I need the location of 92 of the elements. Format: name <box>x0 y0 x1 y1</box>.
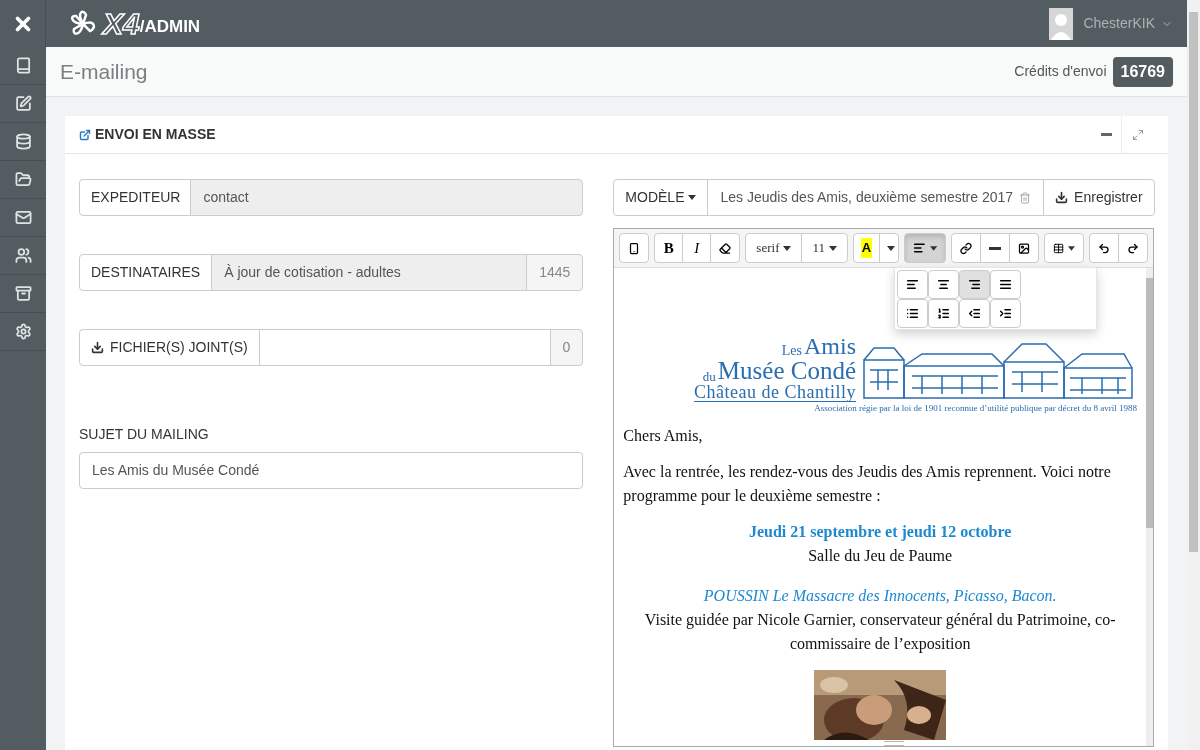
justify-icon <box>999 278 1013 291</box>
caret-icon <box>688 195 697 200</box>
bold-button[interactable]: B <box>654 233 684 263</box>
size-dropdown[interactable]: 11 <box>801 233 848 263</box>
letter-paragraph: Chers Amis, <box>623 426 704 446</box>
link-icon <box>960 241 972 255</box>
attachments-button[interactable]: FICHIER(S) JOINT(S) <box>79 329 260 366</box>
font-dropdown[interactable]: serif <box>745 233 803 263</box>
right-icon <box>968 278 982 291</box>
align-outdent-button[interactable] <box>959 299 991 328</box>
cogs-icon <box>14 323 32 340</box>
minimize-icon <box>1101 133 1112 136</box>
highlight-color-button[interactable]: A <box>853 233 880 263</box>
event-details: Salle du Jeu de Paume <box>807 546 954 566</box>
share-icon <box>79 128 91 141</box>
database-icon <box>14 133 32 150</box>
recipients-dropdown[interactable]: DESTINATAIRES <box>79 254 213 291</box>
align-center-button[interactable] <box>928 270 960 299</box>
subject-label: SUJET DU MAILING <box>79 425 210 444</box>
align-left-icon <box>913 241 926 255</box>
color-dropdown-button[interactable] <box>879 233 899 263</box>
align-right-button[interactable] <box>959 270 991 299</box>
users-icon <box>14 247 32 264</box>
outdent-icon <box>968 307 982 320</box>
redo-button[interactable] <box>1118 233 1148 263</box>
undo-button[interactable] <box>1089 233 1119 263</box>
caret-icon <box>887 245 895 251</box>
rule-button[interactable] <box>980 233 1010 263</box>
image-icon <box>1018 241 1030 255</box>
editor-scrollbar[interactable] <box>1146 268 1153 746</box>
letterhead-musee: Musée Condé <box>717 358 856 383</box>
template-dropdown[interactable]: MODÈLE <box>613 179 709 216</box>
caret-icon <box>829 245 837 251</box>
logo-label: /ADMIN <box>139 16 201 38</box>
letterhead-du: du <box>702 370 716 383</box>
letterhead-amis: Amis <box>804 334 856 358</box>
undo-icon <box>1098 241 1110 255</box>
align-numbers-button[interactable] <box>928 299 960 328</box>
align-indent-button[interactable] <box>990 299 1022 328</box>
letterhead-les: Les <box>781 344 802 358</box>
align-justify-button[interactable] <box>990 270 1022 299</box>
event-date: Jeudi 21 septembre et jeudi 12 octobre <box>747 522 1013 543</box>
page-title: E-mailing <box>60 58 148 85</box>
sender-field[interactable]: contact <box>190 179 584 216</box>
download-icon <box>1055 191 1069 204</box>
paragraph-align-button[interactable] <box>904 233 946 263</box>
numbers-icon <box>937 307 951 320</box>
table-icon <box>1053 241 1065 255</box>
link-button[interactable] <box>951 233 981 263</box>
eraser-button[interactable] <box>710 233 741 263</box>
archive-icon <box>14 285 32 302</box>
credits-count: 16769 <box>1112 56 1173 87</box>
mail-icon <box>14 209 32 226</box>
template-name: Les Jeudis des Amis, deuxième semestre 2017 <box>720 188 1014 207</box>
folder-icon <box>14 171 32 188</box>
eraser-icon <box>719 241 732 255</box>
edit-icon <box>14 95 32 112</box>
avatar-icon <box>1049 7 1074 40</box>
recipients-field[interactable]: À jour de cotisation - adultes <box>211 254 528 291</box>
bullets-icon <box>906 307 920 320</box>
caret-icon <box>1068 245 1075 251</box>
center-icon <box>937 278 951 291</box>
caret-icon <box>783 245 792 251</box>
save-button[interactable]: Enregistrer <box>1043 179 1155 216</box>
event-details: Visite guidée par Nicole Garnier, conservateur général du Patrimoine, co-commissaire de l’exposition <box>643 610 1117 655</box>
expand-icon <box>1132 128 1144 141</box>
panel-title: ENVOI EN MASSE <box>95 125 216 144</box>
mobile-icon <box>628 241 641 255</box>
italic-button[interactable]: I <box>682 233 712 263</box>
download-icon <box>91 341 104 354</box>
credits-label: Crédits d'envoi <box>1014 62 1107 81</box>
letterhead-subtitle: Association régie par la loi de 1901 reconnue d’utilité publique par décret du 8 avril 1988 <box>813 402 1137 414</box>
align-bullets-button[interactable] <box>897 299 929 328</box>
resize-handle[interactable] <box>884 741 905 746</box>
align-left-button[interactable] <box>897 270 929 299</box>
event-title: POUSSIN Le Massacre des Innocents, Picasso, Bacon. <box>702 586 1058 606</box>
caret-icon <box>929 245 937 251</box>
book-icon <box>14 57 32 74</box>
letter-paragraph: Avec la rentrée, les rendez-vous des Jeudis des Amis reprennent. Voici notre programme pour le deuxième semestre : <box>623 462 1112 507</box>
letterhead-chateau: Château de Chantilly <box>694 383 856 402</box>
image-button[interactable] <box>1009 233 1039 263</box>
sender-dropdown[interactable]: EXPEDITEUR <box>79 179 192 216</box>
redo-icon <box>1127 241 1139 255</box>
subject-field[interactable]: Les Amis du Musée Condé <box>79 452 584 489</box>
left-icon <box>906 278 920 291</box>
recipients-count: 1445 <box>526 254 584 291</box>
template-field[interactable]: Les Jeudis des Amis, deuxième semestre 2017 <box>707 179 1045 216</box>
table-button[interactable] <box>1044 233 1084 263</box>
attachments-field[interactable] <box>258 329 551 366</box>
mobile-button[interactable] <box>619 233 650 263</box>
attachments-count: 0 <box>549 329 584 366</box>
indent-icon <box>999 307 1013 320</box>
